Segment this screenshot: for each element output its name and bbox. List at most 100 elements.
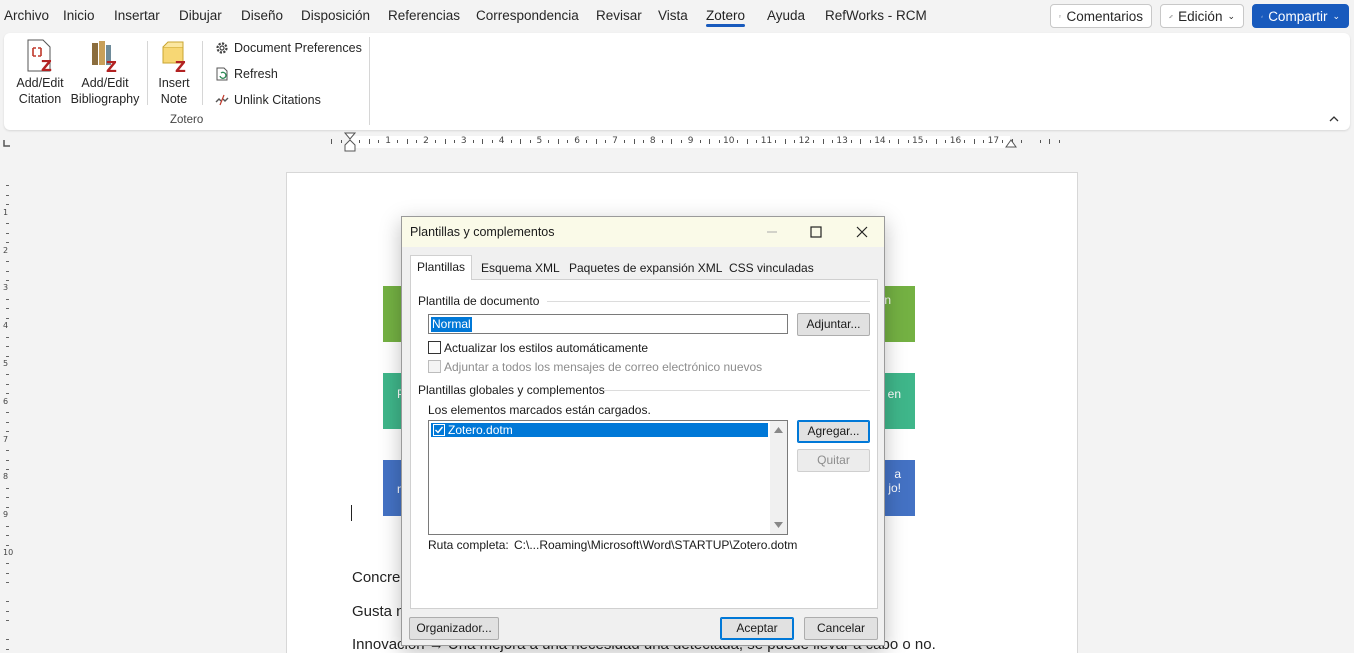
ruler-number: 10 — [723, 136, 735, 146]
remove-button[interactable]: Quitar — [797, 449, 870, 472]
ruler-tick — [6, 468, 9, 470]
ruler-number: 3 — [3, 283, 9, 293]
document-paragraph[interactable]: Concre — [352, 569, 400, 586]
addins-listbox[interactable]: Zotero.dotm — [428, 420, 788, 535]
scroll-down-icon[interactable] — [774, 522, 783, 529]
ruler-tick — [567, 140, 569, 143]
share-button[interactable]: Compartir ⌄ — [1252, 4, 1349, 28]
ok-button[interactable]: Aceptar — [720, 617, 794, 640]
menu-revisar[interactable]: Revisar — [596, 8, 642, 23]
listbox-scrollbar[interactable] — [770, 421, 787, 534]
editing-label: Edición — [1178, 8, 1223, 24]
menu-dibujar[interactable]: Dibujar — [179, 8, 222, 23]
ruler-number: 2 — [423, 136, 429, 146]
tab-css-vinculadas[interactable]: CSS vinculadas — [723, 257, 820, 279]
ruler-tick — [964, 140, 966, 143]
add-edit-bibliography-button[interactable]: Z Add/Edit Bibliography — [70, 39, 140, 107]
tab-plantillas[interactable]: Plantillas — [410, 255, 473, 280]
ruler-tick — [586, 140, 588, 143]
global-templates-heading: Plantillas globales y complementos — [418, 383, 605, 397]
banner-text: jo! — [888, 481, 901, 495]
menu-correspondencia[interactable]: Correspondencia — [476, 8, 579, 23]
ruler-tick — [529, 140, 531, 143]
add-button[interactable]: Agregar... — [797, 420, 870, 443]
menu-insertar[interactable]: Insertar — [114, 8, 160, 23]
menu-zotero[interactable]: Zotero — [706, 8, 746, 27]
menu-refworks[interactable]: RefWorks - RCM — [825, 8, 927, 23]
loaded-items-note: Los elementos marcados están cargados. — [428, 403, 651, 417]
ruler-number: 7 — [3, 434, 9, 444]
add-edit-bibliography-line2: Bibliography — [70, 92, 140, 106]
full-path-label: Ruta completa: — [428, 538, 509, 552]
tab-esquema-xml[interactable]: Esquema XML — [475, 257, 566, 279]
insert-note-button[interactable]: Z Insert Note — [154, 39, 194, 107]
menu-referencias[interactable]: Referencias — [388, 8, 460, 23]
ruler-number: 6 — [3, 396, 9, 406]
add-edit-citation-button[interactable]: Z Add/Edit Citation — [14, 39, 66, 107]
ruler-tick — [926, 140, 928, 143]
ruler-tick — [756, 140, 758, 143]
ruler-tick — [1020, 140, 1022, 143]
ruler-tick — [557, 139, 559, 144]
menu-diseno[interactable]: Diseño — [241, 8, 283, 23]
dialog-titlebar[interactable]: Plantillas y complementos — [402, 217, 884, 247]
section-divider — [547, 301, 870, 302]
document-paragraph[interactable]: Gusta n — [352, 603, 405, 620]
scroll-up-icon[interactable] — [774, 426, 783, 433]
menu-bar: Archivo Inicio Insertar Dibujar Diseño D… — [0, 0, 1354, 32]
document-preferences-button[interactable]: Document Preferences — [214, 38, 362, 58]
ruler-tick — [794, 140, 796, 143]
banner-text: a — [894, 467, 901, 481]
ruler-tick — [850, 140, 852, 143]
addin-checkbox[interactable] — [433, 424, 445, 436]
menu-ayuda[interactable]: Ayuda — [767, 8, 805, 23]
add-edit-citation-line1: Add/Edit — [16, 76, 64, 90]
comments-button[interactable]: Comentarios — [1050, 4, 1152, 28]
cancel-button[interactable]: Cancelar — [804, 617, 878, 640]
editing-mode-button[interactable]: Edición ⌄ — [1160, 4, 1244, 28]
ruler-tick — [1002, 140, 1004, 143]
ruler-tick — [860, 139, 862, 144]
ruler-tick — [472, 140, 474, 143]
document-preferences-label: Document Preferences — [234, 41, 362, 55]
refresh-label: Refresh — [234, 67, 278, 81]
attach-to-all-emails-checkbox[interactable] — [428, 360, 441, 373]
horizontal-ruler[interactable]: 1 2 3 4 5 6 7 8 9 10 11 12 13 14 15 16 17 — [280, 132, 1074, 152]
organizer-button[interactable]: Organizador... — [409, 617, 499, 640]
ruler-tick — [1039, 140, 1041, 143]
refresh-button[interactable]: Refresh — [214, 64, 278, 84]
menu-inicio[interactable]: Inicio — [63, 8, 95, 23]
right-indent-marker-icon[interactable] — [1005, 138, 1017, 148]
ruler-number: 12 — [798, 136, 811, 146]
menu-vista[interactable]: Vista — [658, 8, 688, 23]
tab-selector-icon[interactable] — [2, 138, 12, 148]
ruler-tick — [6, 431, 9, 433]
addin-list-item[interactable]: Zotero.dotm — [431, 423, 768, 437]
refresh-icon — [216, 67, 228, 81]
indent-marker-icon[interactable] — [344, 132, 356, 152]
ruler-tick — [983, 140, 985, 143]
ruler-tick — [737, 140, 739, 143]
vertical-ruler[interactable]: 1 2 3 4 5 6 7 8 9 10 — [2, 172, 13, 652]
unlink-citations-button[interactable]: Unlink Citations — [214, 90, 321, 110]
ruler-number: 11 — [760, 136, 773, 146]
add-edit-citation-line2: Citation — [18, 92, 62, 106]
attach-button[interactable]: Adjuntar... — [797, 313, 870, 336]
ruler-number: 3 — [460, 136, 467, 146]
ruler-number: 5 — [3, 359, 9, 368]
ruler-tick — [6, 582, 9, 584]
tab-paquetes-xml[interactable]: Paquetes de expansión XML — [563, 257, 728, 279]
ruler-tick — [6, 610, 9, 612]
minimize-icon[interactable] — [762, 223, 782, 241]
ruler-tick — [435, 140, 437, 143]
collapse-ribbon-icon[interactable] — [1328, 113, 1340, 125]
menu-archivo[interactable]: Archivo — [4, 8, 49, 23]
close-icon[interactable] — [852, 223, 872, 241]
add-edit-bibliography-line1: Add/Edit — [81, 76, 129, 90]
maximize-icon[interactable] — [806, 223, 826, 241]
auto-update-styles-checkbox[interactable] — [428, 341, 441, 354]
menu-disposicion[interactable]: Disposición — [301, 8, 370, 23]
zotero-bibliography-icon: Z — [89, 39, 121, 76]
document-template-input[interactable]: Normal — [428, 314, 788, 334]
ruler-tick — [709, 139, 711, 144]
